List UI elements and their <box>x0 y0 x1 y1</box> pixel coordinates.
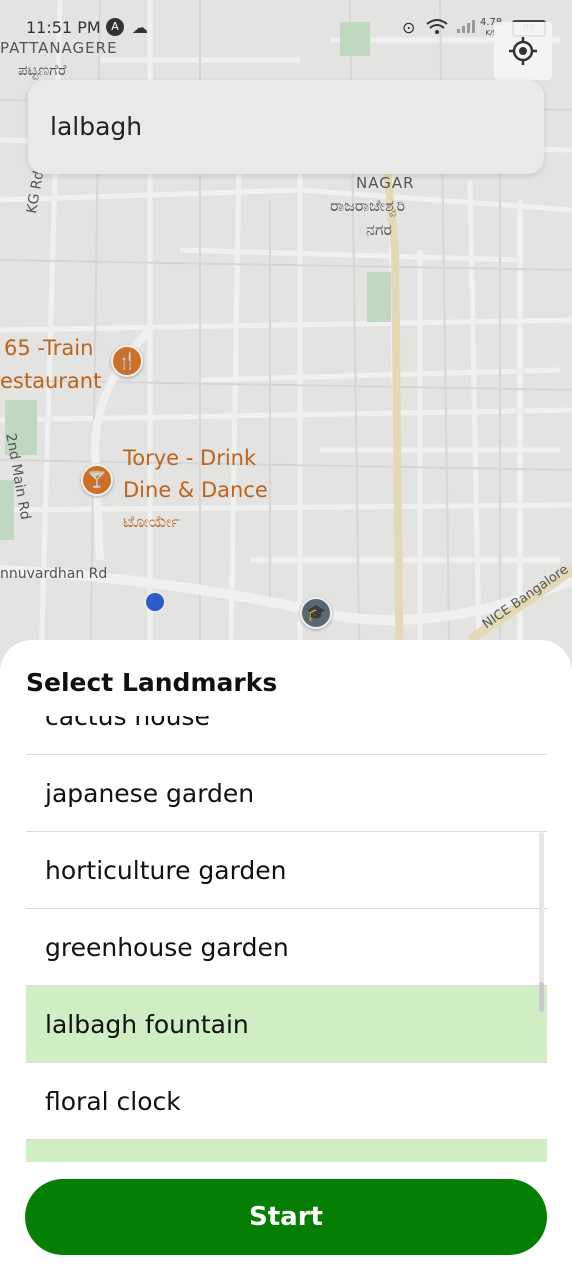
list-item-cactus-house[interactable]: cactus house <box>26 716 547 755</box>
list-item-lalbagh-fountain[interactable]: lalbagh fountain <box>26 986 547 1063</box>
list-item-floral-clock[interactable]: floral clock <box>26 1063 547 1140</box>
cloud-icon: ☁ <box>132 18 148 37</box>
list-scrollbar-thumb[interactable] <box>539 982 544 1012</box>
landmark-list[interactable]: cactus house japanese garden horticultur… <box>26 716 547 1162</box>
list-item-horticulture-garden[interactable]: horticulture garden <box>26 832 547 909</box>
list-item-greenhouse-garden[interactable]: greenhouse garden <box>26 909 547 986</box>
list-item-next[interactable] <box>26 1140 547 1162</box>
list-scrollbar[interactable] <box>539 832 544 1012</box>
search-box[interactable] <box>28 80 544 174</box>
search-input[interactable] <box>50 102 520 150</box>
list-item-japanese-garden[interactable]: japanese garden <box>26 755 547 832</box>
signal-icon <box>456 18 476 38</box>
crosshair-icon <box>509 37 537 65</box>
navigation-app-icon: A <box>106 18 124 36</box>
status-time: 11:51 PM <box>26 18 101 37</box>
status-bar: 11:51 PM A ☁ ⊙ 4.78 K/S 89 <box>0 14 572 44</box>
start-button[interactable]: Start <box>25 1179 547 1255</box>
select-landmarks-sheet: Select Landmarks cactus house japanese g… <box>0 640 572 1280</box>
my-location-button[interactable] <box>494 22 552 80</box>
location-icon: ⊙ <box>402 18 416 37</box>
wifi-icon <box>426 18 448 40</box>
sheet-title: Select Landmarks <box>26 668 278 697</box>
